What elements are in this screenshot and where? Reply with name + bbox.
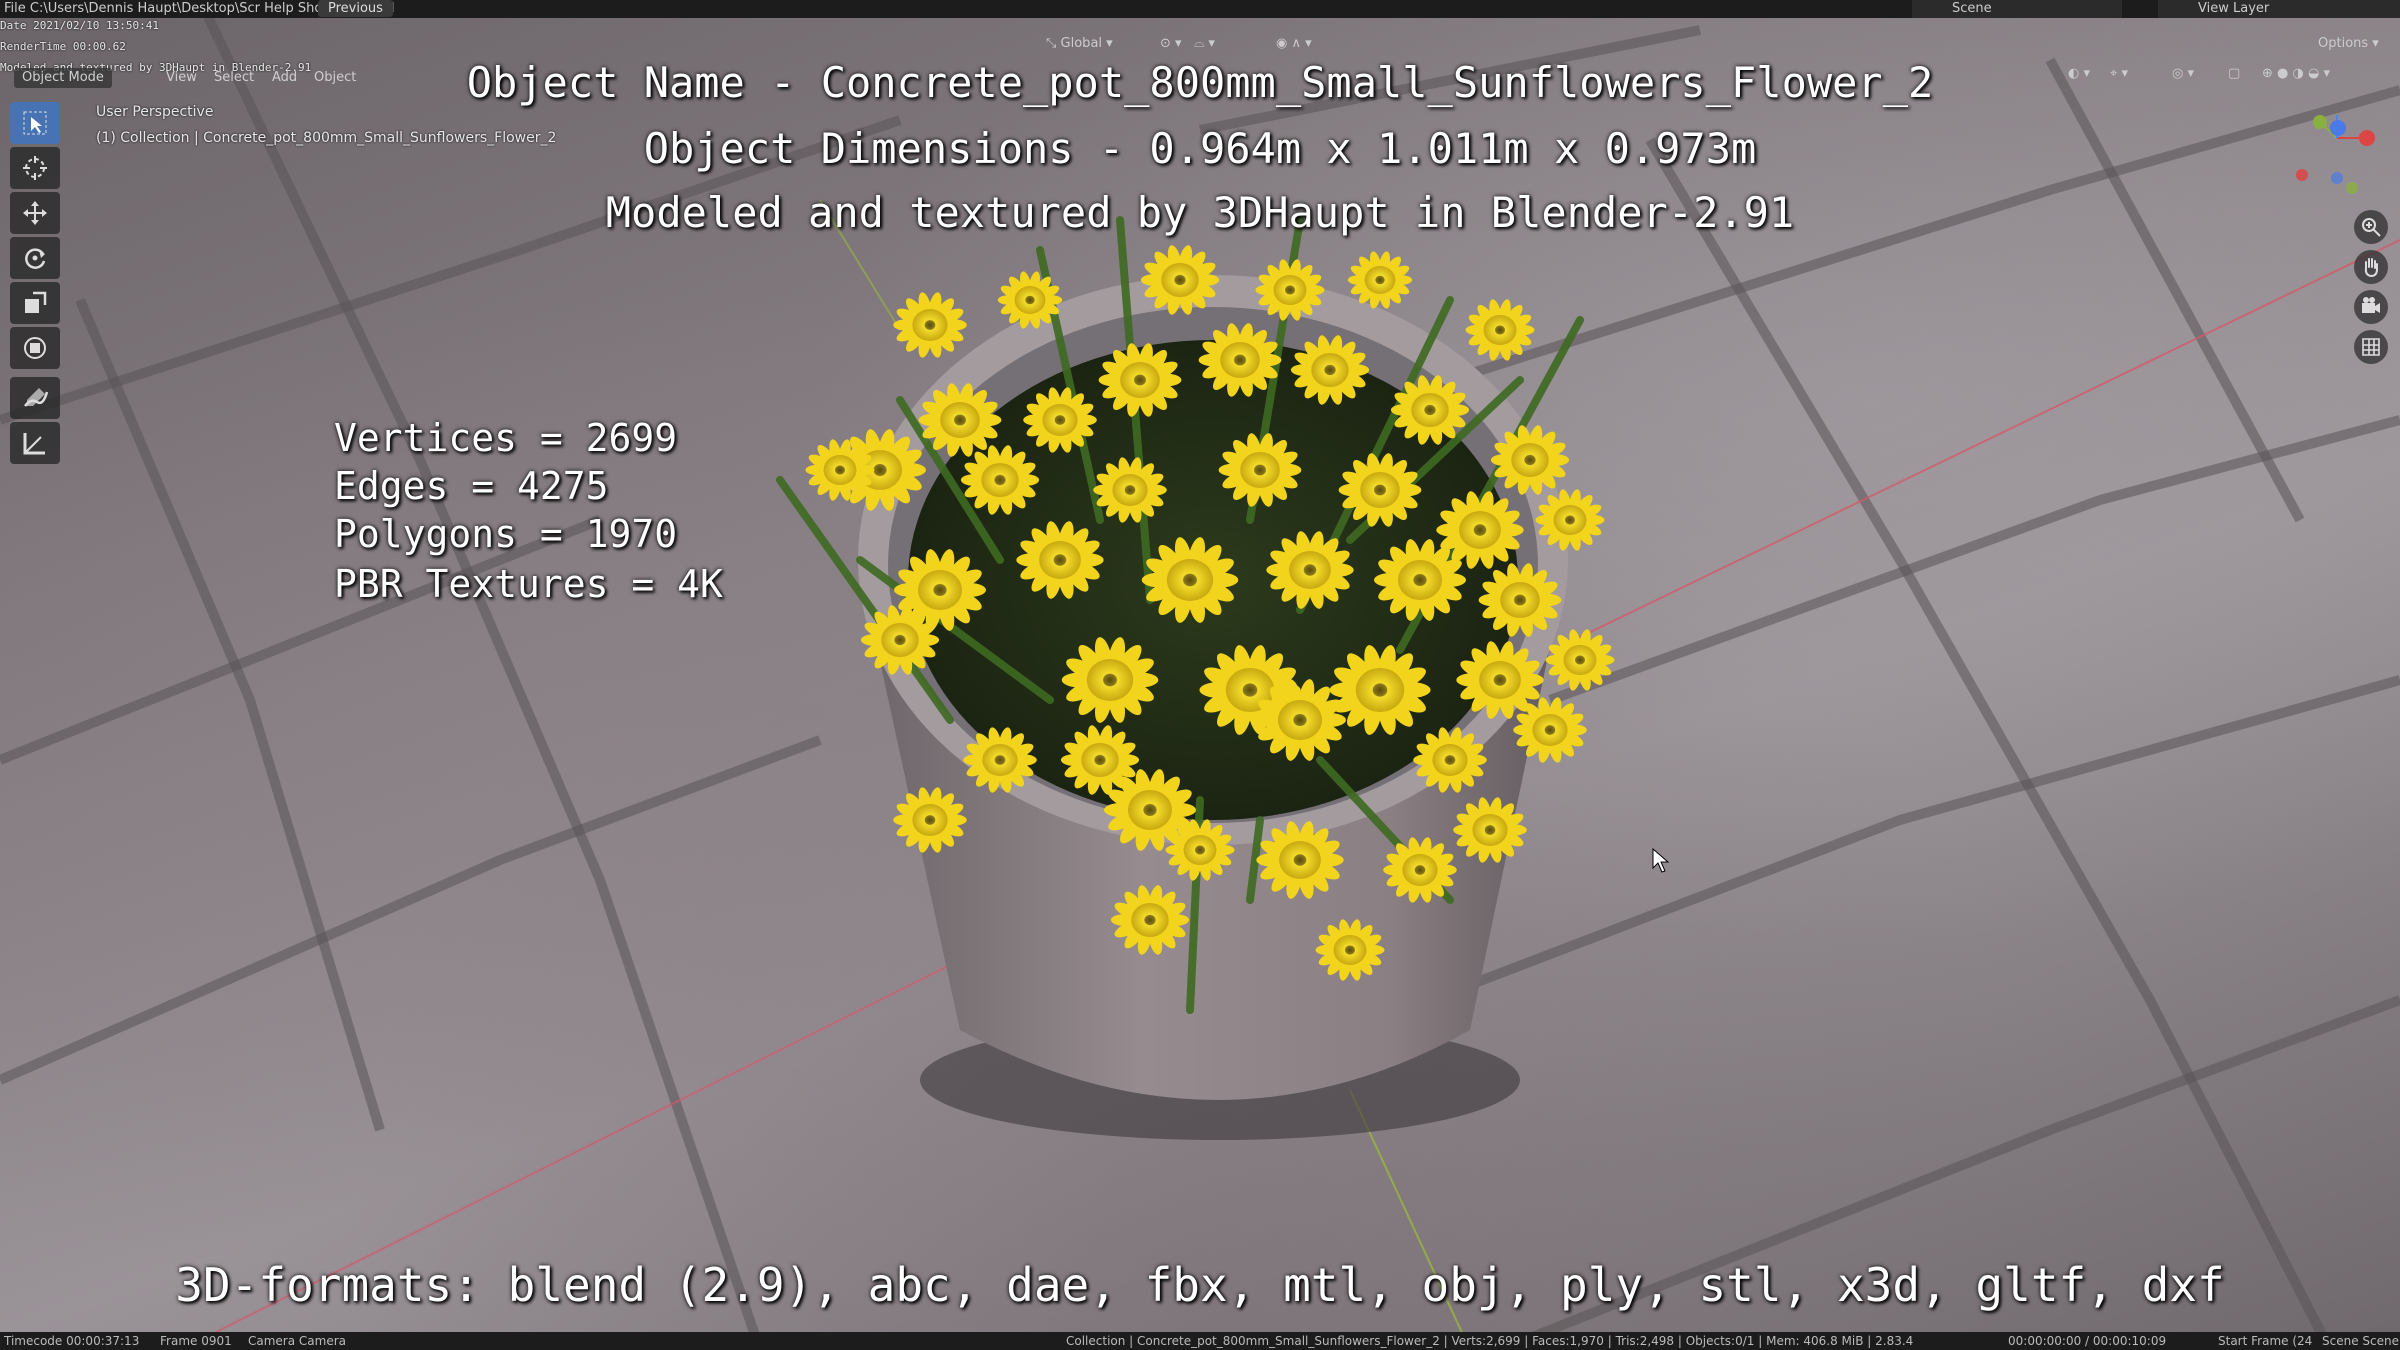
transform-orientation-dropdown[interactable]: ⤡ Global ▾ bbox=[1046, 33, 1113, 55]
scale-icon bbox=[25, 291, 47, 313]
credit-line: Modeled and textured by 3DHaupt in Blend… bbox=[605, 188, 1795, 237]
sunflower-head bbox=[893, 292, 967, 358]
hand-icon bbox=[2364, 258, 2378, 278]
measure-tool[interactable] bbox=[10, 422, 60, 464]
stat-edges: Edges = 4275 bbox=[334, 464, 609, 508]
rotate-icon bbox=[25, 248, 46, 269]
grid-icon bbox=[2362, 338, 2380, 356]
ortho-toggle-button[interactable] bbox=[2354, 330, 2388, 364]
object-name-title: Object Name - Concrete_pot_800mm_Small_S… bbox=[466, 58, 1934, 107]
scene-selector[interactable]: Scene bbox=[1912, 0, 2122, 18]
transform-tool[interactable] bbox=[10, 327, 60, 369]
scene-name: Scene bbox=[1952, 1, 1992, 16]
status-frame: Frame 0901 bbox=[160, 1334, 232, 1348]
transform-icon bbox=[24, 337, 46, 359]
view-layer-name: View Layer bbox=[2198, 1, 2270, 16]
status-camera: Camera Camera bbox=[248, 1334, 346, 1348]
orientation-icon: ⤡ bbox=[1046, 36, 1057, 51]
snap-icon[interactable]: ⌓ ▾ bbox=[1194, 33, 1215, 55]
view-layer-selector[interactable]: View Layer bbox=[2158, 0, 2400, 18]
stat-vertices: Vertices = 2699 bbox=[334, 416, 678, 460]
object-dimensions: Object Dimensions - 0.964m x 1.011m x 0.… bbox=[643, 124, 1757, 173]
rotate-tool[interactable] bbox=[10, 237, 60, 279]
mouse-cursor-icon bbox=[1652, 848, 1670, 873]
camera-icon bbox=[2362, 297, 2380, 313]
pan-button[interactable] bbox=[2354, 250, 2388, 284]
status-time: 00:00:00:00 / 00:00:10:09 bbox=[2008, 1334, 2167, 1348]
options-dropdown[interactable]: Options ▾ bbox=[2318, 33, 2379, 55]
status-timecode: Timecode 00:00:37:13 bbox=[4, 1334, 140, 1348]
camera-view-button[interactable] bbox=[2354, 290, 2388, 324]
pivot-icon[interactable]: ⊙ ▾ bbox=[1160, 33, 1182, 55]
stat-polygons: Polygons = 1970 bbox=[334, 512, 678, 556]
annotate-tool[interactable] bbox=[10, 377, 60, 419]
scale-tool[interactable] bbox=[10, 282, 60, 324]
status-stats: Collection | Concrete_pot_800mm_Small_Su… bbox=[1066, 1334, 1914, 1348]
status-start-frame: Start Frame (24 bbox=[2218, 1334, 2313, 1348]
top-bar: File C:\Users\Dennis Haupt\Desktop\Scr H… bbox=[0, 0, 2400, 18]
orientation-label: Global bbox=[1060, 36, 1103, 51]
status-bar: Timecode 00:00:37:13 Frame 0901 Camera C… bbox=[0, 1332, 2400, 1350]
previous-button[interactable]: Previous bbox=[318, 0, 393, 17]
status-scene: Scene Scene bbox=[2322, 1334, 2399, 1348]
pencil-icon bbox=[24, 388, 49, 407]
formats-line: 3D-formats: blend (2.9), abc, dae, fbx, … bbox=[175, 1258, 2225, 1312]
ruler-icon bbox=[23, 433, 45, 455]
proportional-edit-icon[interactable]: ◉ ∧ ▾ bbox=[1276, 33, 1312, 55]
stat-textures: PBR Textures = 4K bbox=[334, 562, 723, 606]
options-label: Options bbox=[2318, 36, 2369, 51]
